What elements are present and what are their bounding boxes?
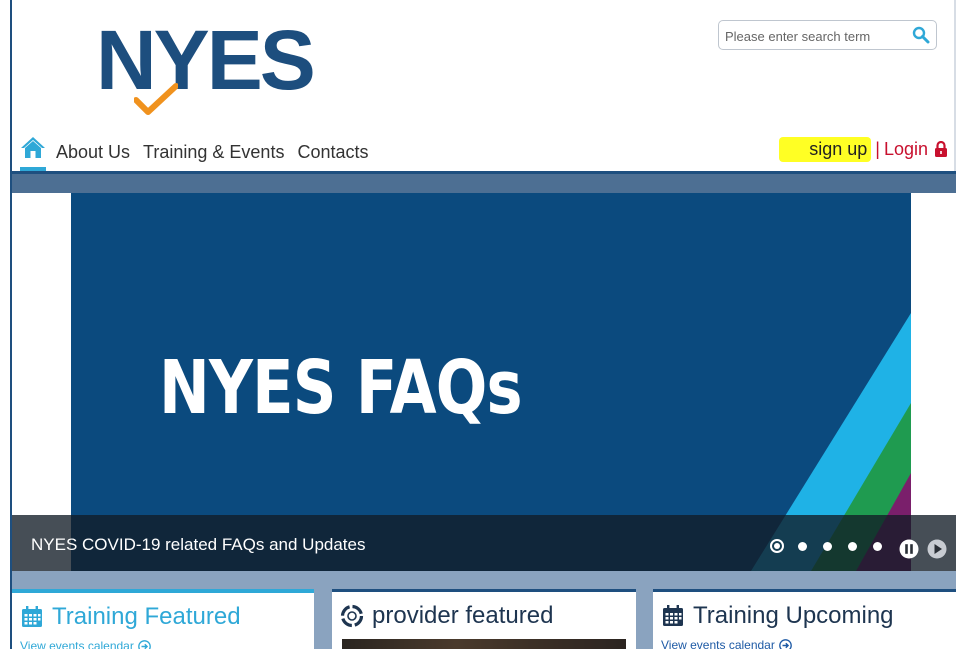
pause-icon[interactable] [899, 539, 919, 559]
view-calendar-link[interactable]: View events calendar [661, 638, 792, 649]
slide-caption[interactable]: NYES COVID-19 related FAQs and Updates [31, 535, 366, 555]
slide-pager [770, 539, 898, 553]
search-icon[interactable] [912, 26, 930, 44]
card-title: provider featured [372, 602, 554, 629]
search-box [718, 20, 937, 50]
card-link-label: View events calendar [20, 639, 134, 649]
slide-dot-2[interactable] [798, 541, 807, 551]
main-nav: About Us Training & Events Contacts [20, 133, 382, 171]
nav-item-about-us[interactable]: About Us [56, 142, 130, 163]
play-icon[interactable] [927, 539, 947, 559]
home-icon [21, 137, 45, 158]
card-header: Training Upcoming [661, 602, 894, 630]
nav-home[interactable] [20, 133, 46, 171]
slide-dot-5[interactable] [873, 541, 882, 551]
card-training-upcoming: Training Upcoming View events calendar [653, 589, 956, 649]
login-link[interactable]: Login [884, 139, 928, 160]
page: NYES About Us Training & Events Contacts… [0, 0, 958, 649]
nav-item-contacts[interactable]: Contacts [297, 142, 368, 163]
site-logo[interactable]: NYES [96, 18, 328, 116]
provider-thumbnail[interactable] [342, 639, 626, 649]
refresh-circle-icon [340, 604, 364, 628]
card-header: provider featured [340, 602, 553, 630]
checkmark-icon [134, 83, 178, 115]
nav-divider-band [12, 171, 956, 193]
auth-links: sign up | Login [779, 136, 948, 162]
card-title: Training Upcoming [693, 602, 894, 629]
slide-title: NYES FAQs [159, 345, 523, 431]
search-input[interactable] [725, 26, 905, 46]
calendar-icon [663, 605, 683, 626]
slide-dot-4[interactable] [848, 541, 857, 551]
arrow-right-circle-icon [779, 638, 792, 649]
card-header: Training Featured [20, 603, 241, 631]
nav-item-training-events[interactable]: Training & Events [143, 142, 284, 163]
calendar-icon [22, 606, 42, 627]
card-provider-featured: provider featured [332, 589, 636, 649]
card-link-label: View events calendar [661, 638, 775, 649]
lock-icon [935, 141, 947, 157]
arrow-right-circle-icon [138, 639, 151, 649]
card-training-featured: Training Featured View events calendar [12, 589, 314, 649]
slide-dot-1[interactable] [770, 539, 784, 553]
view-calendar-link[interactable]: View events calendar [20, 639, 151, 649]
logo-text: NYES [96, 13, 316, 107]
slide-dot-3[interactable] [823, 541, 832, 551]
card-title: Training Featured [52, 603, 241, 630]
auth-separator: | [875, 138, 880, 159]
slide-caption-bar: NYES COVID-19 related FAQs and Updates [12, 515, 956, 571]
signup-link[interactable]: sign up [779, 136, 872, 162]
